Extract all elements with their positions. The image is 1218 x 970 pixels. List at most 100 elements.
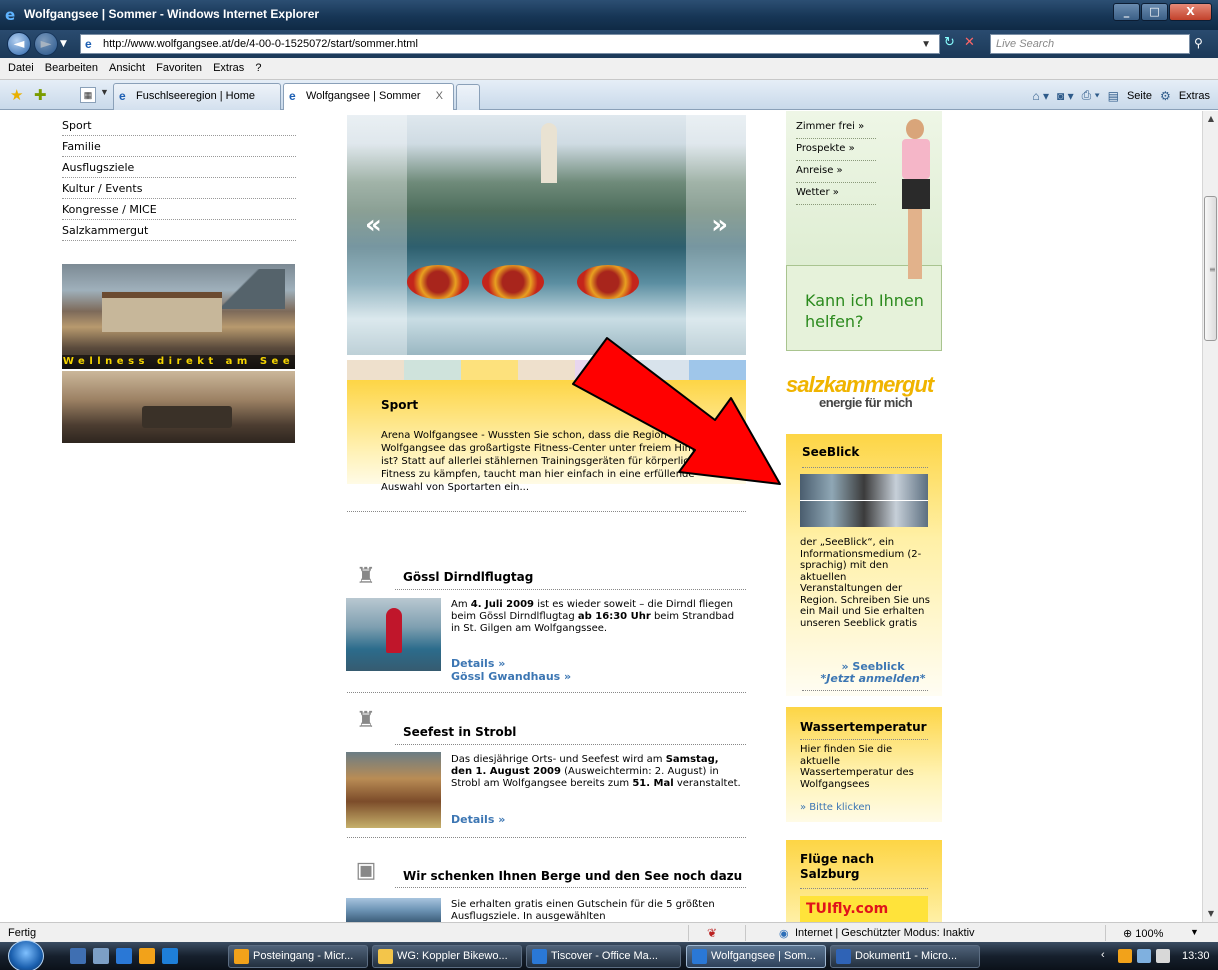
menu-bearbeiten[interactable]: Bearbeiten [41, 58, 102, 74]
title-bar: e Wolfgangsee | Sommer - Windows Interne… [0, 0, 1218, 30]
close-window-button[interactable]: X [1169, 3, 1212, 21]
task-word[interactable]: Dokument1 - Micro... [830, 945, 980, 968]
ie-launch-icon[interactable] [116, 948, 132, 964]
task-label: Tiscover - Office Ma... [551, 950, 658, 962]
seefest-photo[interactable] [346, 752, 441, 828]
event-title: Wir schenken Ihnen Berge und den See noc… [403, 869, 743, 883]
clock[interactable]: 13:30 [1182, 950, 1210, 962]
divider [347, 837, 746, 838]
category-color-tab[interactable] [404, 360, 461, 380]
task-wolfgangsee[interactable]: Wolfgangsee | Som... [686, 945, 826, 968]
ie-icon: e [5, 6, 16, 24]
menu-favoriten[interactable]: Favoriten [152, 58, 206, 74]
security-zone[interactable]: ◉ Internet | Geschützter Modus: Inaktiv [779, 927, 975, 940]
maximize-button[interactable]: □ [1141, 3, 1168, 21]
search-input[interactable]: Live Search [990, 34, 1190, 54]
category-color-tab[interactable] [347, 360, 404, 380]
seeblick-photo-collage[interactable] [800, 474, 928, 527]
zoom-level[interactable]: ⊕ 100% [1123, 927, 1163, 940]
menu-help[interactable]: ? [251, 58, 265, 74]
home-icon[interactable]: ⌂ ▾ [1032, 89, 1049, 103]
red-arrow-annotation [572, 337, 781, 485]
task-mail[interactable]: WG: Koppler Bikewo... [372, 945, 522, 968]
divider [1105, 925, 1106, 941]
quick-links: Zimmer frei » Prospekte » Anreise » Wett… [796, 117, 876, 205]
dirndl-photo[interactable] [346, 598, 441, 671]
lounge-photo[interactable] [62, 371, 295, 443]
refresh-icon[interactable]: ↻ [944, 35, 962, 53]
tuifly-logo[interactable]: TUIfly.com [800, 896, 928, 922]
new-tab-button[interactable] [456, 84, 480, 110]
link-wetter[interactable]: Wetter » [796, 183, 876, 205]
history-dropdown-icon[interactable]: ▼ [60, 39, 67, 49]
nav-item-familie[interactable]: Familie [62, 136, 296, 157]
link-prospekte[interactable]: Prospekte » [796, 139, 876, 161]
nav-item-salzkammergut[interactable]: Salzkammergut [62, 220, 296, 241]
scroll-down-icon[interactable]: ▼ [1203, 906, 1218, 922]
page-menu[interactable]: Seite [1127, 90, 1152, 102]
task-outlook[interactable]: Posteingang - Micr... [228, 945, 368, 968]
volume-icon[interactable] [1156, 949, 1170, 963]
church-tower-shape [541, 123, 557, 183]
back-button[interactable]: ◄ [7, 32, 31, 56]
quick-tabs-icon[interactable]: ▦ [80, 87, 96, 103]
outlook-icon [234, 949, 249, 964]
address-dropdown-icon[interactable]: ▼ [921, 36, 937, 54]
tab-list-dropdown-icon[interactable]: ▼ [100, 87, 110, 97]
mountains-photo[interactable] [346, 898, 441, 922]
link-zimmer-frei[interactable]: Zimmer frei » [796, 117, 876, 139]
switch-windows-icon[interactable] [93, 948, 109, 964]
menu-ansicht[interactable]: Ansicht [105, 58, 149, 74]
hero-slideshow: « » [347, 115, 746, 355]
address-field[interactable]: e http://www.wolfgangsee.at/de/4-00-0-15… [80, 34, 940, 54]
privacy-icon[interactable]: ❦ [707, 926, 717, 940]
help-panel: Zimmer frei » Prospekte » Anreise » Wett… [786, 111, 942, 351]
scroll-up-icon[interactable]: ▲ [1203, 111, 1218, 127]
slide-next-icon[interactable]: » [711, 210, 728, 240]
tab-fuschlseeregion[interactable]: e Fuschlseeregion | Home [113, 83, 281, 110]
zoom-dropdown-icon[interactable]: ▼ [1190, 927, 1199, 937]
tab-wolfgangsee[interactable]: e Wolfgangsee | Sommer X [283, 83, 454, 110]
search-icon[interactable]: ⚲ [1194, 36, 1203, 50]
category-color-tab[interactable] [461, 360, 518, 380]
print-icon[interactable]: ⎙ ▾ [1082, 88, 1100, 103]
feeds-icon[interactable]: ◙ ▾ [1057, 89, 1074, 103]
wellness-hotel-banner[interactable]: Wellness direkt am See [62, 264, 295, 369]
details-link[interactable]: Details » [451, 657, 505, 670]
task-tiscover[interactable]: Tiscover - Office Ma... [526, 945, 681, 968]
stop-icon[interactable]: ✕ [964, 35, 982, 53]
link-anreise[interactable]: Anreise » [796, 161, 876, 183]
outlook-tray-icon[interactable] [1118, 949, 1132, 963]
show-desktop-icon[interactable] [70, 948, 86, 964]
sofa-shape [142, 406, 232, 428]
add-favorite-icon[interactable]: ✚ [34, 86, 47, 104]
vertical-scrollbar[interactable]: ▲ ≡ ▼ [1202, 111, 1218, 922]
network-icon[interactable] [1137, 949, 1151, 963]
start-button[interactable] [8, 940, 44, 970]
word-icon [836, 949, 851, 964]
outlook-launch-icon[interactable] [139, 948, 155, 964]
close-tab-icon[interactable]: X [436, 90, 443, 102]
tray-icons [1118, 949, 1170, 963]
media-player-icon[interactable] [162, 948, 178, 964]
nav-item-kongresse-mice[interactable]: Kongresse / MICE [62, 199, 296, 220]
salzkammergut-logo[interactable]: salzkammergut energie für mich [786, 374, 946, 411]
nav-item-ausflugsziele[interactable]: Ausflugsziele [62, 157, 296, 178]
details-link[interactable]: Details » [451, 813, 505, 826]
nav-item-kultur-events[interactable]: Kultur / Events [62, 178, 296, 199]
tray-expand-icon[interactable]: ‹ [1101, 949, 1105, 961]
minimize-button[interactable]: _ [1113, 3, 1140, 21]
system-tray: ‹ 13:30 [1100, 945, 1218, 968]
gwandhaus-link[interactable]: Gössl Gwandhaus » [451, 670, 571, 683]
favorites-star-icon[interactable]: ★ [10, 86, 23, 104]
slide-prev-icon[interactable]: « [365, 210, 382, 240]
seeblick-signup-link[interactable]: » Seeblick *Jetzt anmelden* [808, 661, 938, 685]
divider [688, 925, 689, 941]
forward-button[interactable]: ► [34, 32, 58, 56]
menu-datei[interactable]: Datei [0, 58, 38, 74]
scrollbar-thumb[interactable]: ≡ [1204, 196, 1217, 341]
tools-menu[interactable]: Extras [1179, 90, 1210, 102]
nav-item-sport[interactable]: Sport [62, 115, 296, 136]
menu-extras[interactable]: Extras [209, 58, 248, 74]
water-temp-link[interactable]: » Bitte klicken [800, 802, 871, 813]
